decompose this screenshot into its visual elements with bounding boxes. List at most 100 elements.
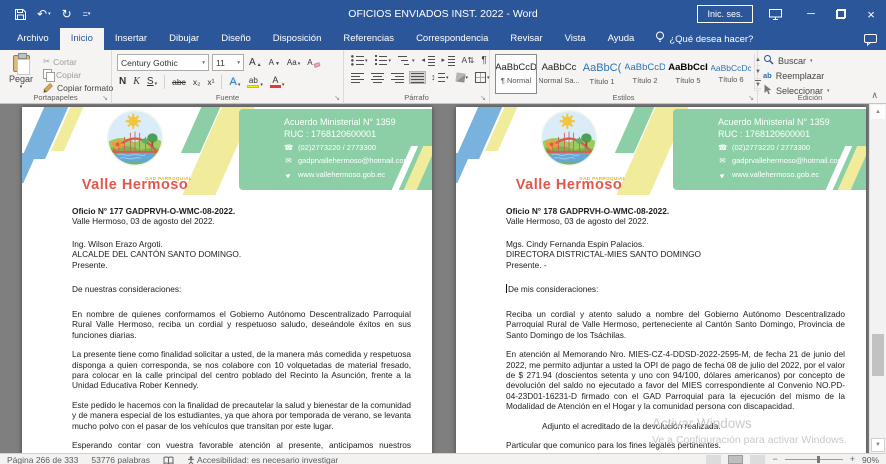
style-card-titulo1[interactable]: AaBbC(Título 1 (581, 54, 623, 94)
signin-button[interactable]: Inic. ses. (697, 5, 753, 23)
read-mode-button[interactable] (706, 455, 721, 464)
zoom-level-label[interactable]: 90% (862, 455, 879, 464)
bold-button[interactable]: N (117, 77, 128, 87)
tab-correspondencia[interactable]: Correspondencia (405, 28, 499, 50)
restore-button[interactable] (826, 0, 856, 28)
decrease-indent-button[interactable] (420, 54, 437, 67)
vertical-scrollbar[interactable]: ▲ ▼ (869, 104, 886, 453)
tab-vista[interactable]: Vista (554, 28, 597, 50)
sort-button[interactable]: A⇅ (460, 55, 477, 66)
line-spacing-button[interactable]: ▾ (429, 71, 451, 84)
grow-font-button[interactable]: A▲ (247, 58, 264, 68)
text-effects-button[interactable]: A▾ (227, 77, 242, 88)
letter-paragraph: En atención al Memorando Nro. MIES-CZ-4-… (506, 349, 845, 412)
replace-button[interactable]: abReemplazar (763, 69, 857, 82)
superscript-button[interactable]: x¹ (205, 78, 216, 87)
bullet-list-icon (351, 55, 364, 66)
collapse-ribbon-icon[interactable]: ∧ (871, 90, 878, 101)
search-icon (763, 54, 774, 67)
justify-button[interactable] (409, 71, 426, 84)
web-layout-button[interactable] (750, 455, 765, 464)
style-card-titulo5[interactable]: AaBbCcITítulo 5 (667, 54, 709, 94)
tab-ayuda[interactable]: Ayuda (597, 28, 646, 50)
tab-insertar[interactable]: Insertar (104, 28, 158, 50)
word-count-label[interactable]: 53776 palabras (91, 455, 150, 464)
clear-formatting-button[interactable]: A (305, 59, 321, 67)
italic-button[interactable]: K (131, 77, 142, 87)
show-marks-button[interactable]: ¶ (479, 54, 488, 67)
redo-icon[interactable]: ↻ (62, 8, 72, 20)
zoom-in-icon[interactable]: + (850, 455, 855, 464)
feedback-comment-icon[interactable] (864, 33, 877, 51)
copy-button[interactable]: Copiar (43, 69, 113, 80)
borders-button[interactable]: ▾ (473, 71, 492, 84)
acuerdo-line: Acuerdo Ministerial N° 1359 (284, 117, 424, 129)
gad-logo: Valle Hermoso GAD PARROQUIAL (74, 108, 196, 194)
font-color-button[interactable]: A▾ (268, 76, 287, 88)
qat-customize-icon[interactable]: =▾ (83, 10, 90, 19)
scroll-up-icon[interactable]: ▲ (871, 105, 885, 119)
document-page-2[interactable]: Valle Hermoso GAD PARROQUIAL Acuerdo Min… (456, 107, 866, 453)
gad-logo: Valle Hermoso GAD PARROQUIAL (508, 108, 630, 194)
tab-revisar[interactable]: Revisar (499, 28, 553, 50)
highlight-button[interactable]: ab▾ (245, 77, 265, 88)
tab-dibujar[interactable]: Dibujar (158, 28, 210, 50)
subscript-button[interactable]: x₂ (191, 78, 203, 87)
font-name-select[interactable]: Century Gothic▾ (117, 54, 209, 71)
cut-button[interactable]: ✂Cortar (43, 56, 113, 67)
paste-button[interactable]: Pegar ▾ (5, 54, 37, 91)
shading-button[interactable]: ▾ (454, 72, 471, 83)
chevron-down-icon: ▾ (202, 60, 205, 66)
clipboard-dialog-launcher-icon[interactable]: ↘ (102, 94, 108, 102)
tab-diseno[interactable]: Diseño (210, 28, 262, 50)
shrink-font-button[interactable]: A▼ (267, 59, 282, 67)
tab-referencias[interactable]: Referencias (332, 28, 405, 50)
document-page-1[interactable]: Valle Hermoso GAD PARROQUIAL Acuerdo Min… (22, 107, 432, 453)
find-button[interactable]: Buscar▾ (763, 54, 857, 67)
proofing-icon[interactable] (163, 455, 174, 464)
style-card-titulo2[interactable]: AaBbCcDTítulo 2 (624, 54, 666, 94)
font-dialog-launcher-icon[interactable]: ↘ (334, 94, 340, 102)
increase-indent-button[interactable] (440, 54, 457, 67)
letter-body[interactable]: Oficio N° 178 GADPRVH-O-WMC-08-2022. Val… (456, 206, 866, 451)
zoom-out-icon[interactable]: − (772, 455, 777, 464)
change-case-button[interactable]: Aa▾ (285, 59, 302, 67)
align-left-button[interactable] (349, 71, 366, 84)
zoom-slider[interactable] (785, 459, 843, 460)
tab-archivo[interactable]: Archivo (6, 28, 60, 50)
print-layout-button[interactable] (728, 455, 743, 464)
styles-dialog-launcher-icon[interactable]: ↘ (748, 94, 754, 102)
letterhead-stripe-blue-small (22, 153, 37, 183)
tab-inicio[interactable]: Inicio (60, 28, 104, 50)
display-settings-icon[interactable] (769, 9, 782, 20)
multilevel-list-button[interactable]: ▾ (396, 54, 417, 67)
page-count-label[interactable]: Página 266 de 333 (7, 455, 78, 464)
style-card-titulo6[interactable]: AaBbCcDcTítulo 6 (710, 54, 752, 94)
font-size-select[interactable]: 11▾ (212, 54, 244, 71)
align-right-button[interactable] (389, 71, 406, 84)
close-button[interactable]: × (856, 0, 886, 28)
save-icon[interactable] (15, 9, 26, 20)
group-font: Century Gothic▾ 11▾ A▲ A▼ Aa▾ A N K S▾ a… (112, 50, 344, 103)
zoom-slider-thumb[interactable] (817, 456, 820, 463)
style-card-normal[interactable]: AaBbCcD¶ Normal (495, 54, 537, 94)
align-center-button[interactable] (369, 71, 386, 84)
undo-icon[interactable]: ↶▾ (37, 8, 51, 20)
style-card-normal-sangria[interactable]: AaBbCcNormal Sa... (538, 54, 580, 94)
tab-disposicion[interactable]: Disposición (262, 28, 333, 50)
statusbar: Página 266 de 333 53776 palabras Accesib… (0, 453, 886, 464)
numbering-button[interactable]: ▾ (373, 54, 394, 67)
logo-icon (540, 109, 598, 167)
scrollbar-thumb[interactable] (872, 334, 884, 376)
minimize-button[interactable]: ─ (796, 0, 826, 28)
paragraph-dialog-launcher-icon[interactable]: ↘ (480, 94, 486, 102)
tellme-box[interactable]: ¿Qué desea hacer? (645, 28, 763, 50)
underline-button[interactable]: S▾ (145, 77, 159, 87)
bullets-button[interactable]: ▾ (349, 54, 370, 67)
scroll-down-icon[interactable]: ▼ (871, 438, 885, 452)
strikethrough-button[interactable]: abc (170, 78, 188, 87)
brand-subtitle: GAD PARROQUIAL (579, 176, 626, 181)
accessibility-label[interactable]: Accesibilidad: es necesario investigar (187, 455, 338, 464)
letter-body[interactable]: Oficio N° 177 GADPRVH-O-WMC-08-2022. Val… (22, 206, 432, 453)
letter-paragraph: En nombre de quienes conformamos el Gobi… (72, 309, 411, 340)
